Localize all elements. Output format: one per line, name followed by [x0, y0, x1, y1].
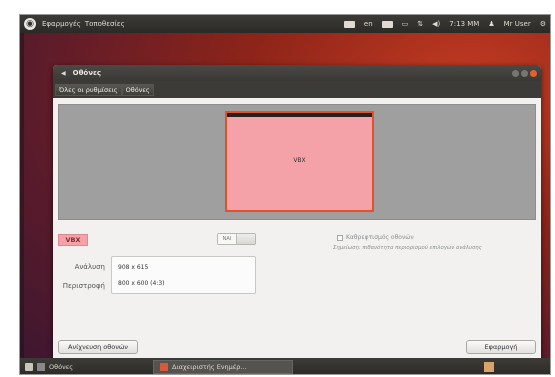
- clock[interactable]: 7:13 MM: [449, 20, 479, 28]
- apply-button[interactable]: Εφαρμογή: [466, 340, 536, 354]
- display-on-toggle[interactable]: ΝΑΙ: [217, 233, 256, 245]
- display-name-badge: VBX: [58, 234, 88, 246]
- taskbar-item-label: Διαχειριστής Ενημέρ...: [172, 363, 247, 371]
- resolution-label: Ανάλυση: [74, 263, 105, 271]
- toggle-slider[interactable]: [237, 234, 255, 244]
- mirror-checkbox[interactable]: [337, 234, 343, 241]
- bottom-panel: Οθόνες Διαχειριστής Ενημέρ...: [20, 358, 550, 374]
- update-manager-icon: [160, 363, 168, 371]
- monitor-arrangement-area: VBX: [58, 104, 536, 220]
- battery-icon[interactable]: ▭: [402, 20, 409, 28]
- back-arrow-icon[interactable]: ◀: [61, 70, 66, 77]
- window-content: VBX VBX ΝΑΙ Καθρεφτισμός οθονών Σημείωση…: [53, 98, 541, 361]
- close-icon[interactable]: [530, 69, 537, 77]
- rotation-label: Περιστροφή: [62, 282, 105, 290]
- resolution-value[interactable]: 908 x 615: [118, 264, 148, 271]
- keyboard-layout-indicator[interactable]: en: [364, 20, 373, 28]
- volume-icon[interactable]: ◀): [432, 20, 440, 28]
- menu-places[interactable]: Τοποθεσίες: [85, 20, 125, 28]
- mirror-label: Καθρεφτισμός οθονών: [346, 234, 414, 241]
- top-menu: Εφαρμογές Τοποθεσίες: [42, 20, 125, 28]
- top-panel: ◉ Εφαρμογές Τοποθεσίες en ▭ ⇅ ◀) 7:13 MM…: [20, 15, 550, 33]
- taskbar-item-update-manager[interactable]: Διαχειριστής Ενημέρ...: [153, 360, 293, 374]
- ubuntu-logo-icon[interactable]: ◉: [24, 18, 36, 30]
- rotation-value[interactable]: 800 x 600 (4:3): [118, 280, 165, 287]
- window-titlebar[interactable]: ◀ Οθόνες: [53, 65, 541, 81]
- detect-displays-button[interactable]: Ανίχνευση οθονών: [58, 340, 138, 354]
- show-desktop-icon[interactable]: [25, 363, 33, 371]
- resolution-settings-box: 908 x 615 800 x 600 (4:3): [111, 256, 256, 294]
- launcher: [20, 33, 24, 358]
- taskbar-item-displays[interactable]: Οθόνες: [37, 363, 147, 371]
- maximize-icon[interactable]: [521, 69, 528, 77]
- mirror-displays-option: Καθρεφτισμός οθονών: [337, 234, 414, 241]
- desktop: ◉ Εφαρμογές Τοποθεσίες en ▭ ⇅ ◀) 7:13 MM…: [19, 14, 551, 375]
- displays-app-icon: [37, 363, 45, 371]
- resolution-note: Σημείωση: πιθανότητα περιορισμού επιλογώ…: [333, 245, 482, 251]
- breadcrumb-all-settings[interactable]: Όλες οι ρυθμίσεις: [55, 83, 122, 96]
- minimize-icon[interactable]: [512, 69, 519, 77]
- displays-window: ◀ Οθόνες Όλες οι ρυθμίσεις Οθόνες VBX VB…: [53, 65, 541, 361]
- user-icon: ♟: [488, 20, 495, 28]
- window-title: Οθόνες: [72, 69, 102, 77]
- monitor-label: VBX: [293, 157, 306, 164]
- breadcrumb: Όλες οι ρυθμίσεις Οθόνες: [53, 81, 541, 98]
- keyboard-icon[interactable]: [343, 20, 355, 28]
- power-gear-icon[interactable]: ⚙: [540, 20, 546, 28]
- monitor-top-bar: [227, 113, 372, 117]
- indicator-area: en ▭ ⇅ ◀) 7:13 MM ♟ Mr User ⚙: [343, 20, 546, 28]
- mail-icon[interactable]: [381, 20, 393, 28]
- taskbar-item-label: Οθόνες: [49, 363, 74, 371]
- user-name[interactable]: Mr User: [504, 20, 531, 28]
- breadcrumb-displays[interactable]: Οθόνες: [121, 83, 154, 96]
- menu-applications[interactable]: Εφαρμογές: [42, 20, 81, 28]
- trash-icon[interactable]: [484, 362, 494, 372]
- network-icon[interactable]: ⇅: [417, 20, 423, 28]
- toggle-on-label: ΝΑΙ: [218, 234, 237, 244]
- monitor-preview[interactable]: VBX: [225, 111, 374, 212]
- window-controls: [512, 69, 537, 77]
